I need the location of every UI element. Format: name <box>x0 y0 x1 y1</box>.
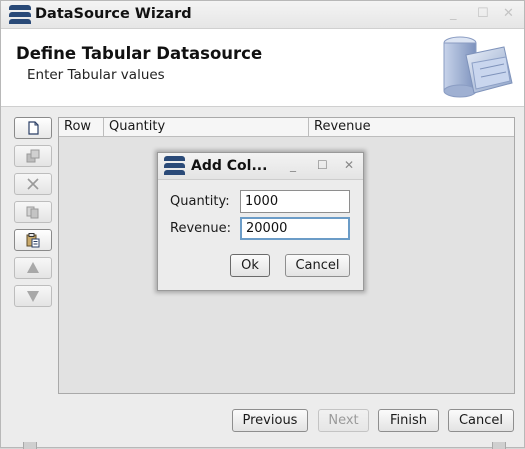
page-subtitle: Enter Tabular values <box>27 67 165 83</box>
cancel-button[interactable]: Cancel <box>448 409 514 432</box>
dialog-cancel-button[interactable]: Cancel <box>285 254 350 277</box>
maximize-icon[interactable]: ☐ <box>477 6 489 21</box>
delete-row-button[interactable] <box>14 173 52 195</box>
app-logo-icon <box>9 5 31 27</box>
next-button[interactable]: Next <box>318 409 369 432</box>
datasource-graphic-icon <box>443 36 513 98</box>
revenue-label: Revenue: <box>170 221 231 236</box>
page-title: Define Tabular Datasource <box>16 44 263 63</box>
move-up-icon <box>27 262 39 273</box>
dialog-minimize-icon[interactable]: _ <box>290 158 296 172</box>
column-header-revenue[interactable]: Revenue <box>309 118 514 137</box>
dialog-title-bar[interactable]: Add Col... _ ☐ ✕ <box>158 153 363 180</box>
move-down-button[interactable] <box>14 285 52 307</box>
title-bar[interactable]: DataSource Wizard _ ☐ ✕ <box>1 1 524 29</box>
move-up-button[interactable] <box>14 257 52 279</box>
wizard-header: Define Tabular Datasource Enter Tabular … <box>1 29 524 107</box>
close-icon[interactable]: ✕ <box>503 6 514 21</box>
app-logo-icon <box>164 156 185 178</box>
add-column-dialog: Add Col... _ ☐ ✕ Quantity: Revenue: Ok C… <box>157 152 364 291</box>
edit-row-button[interactable] <box>14 145 52 167</box>
column-header-quantity[interactable]: Quantity <box>104 118 309 137</box>
dialog-maximize-icon[interactable]: ☐ <box>317 158 328 172</box>
quantity-input[interactable] <box>240 190 350 213</box>
add-row-button[interactable] <box>14 117 52 139</box>
ok-button[interactable]: Ok <box>230 254 270 277</box>
paste-row-button[interactable] <box>14 229 52 251</box>
new-row-icon <box>28 121 39 135</box>
move-down-icon <box>27 291 39 302</box>
copy-row-button[interactable] <box>14 201 52 223</box>
window-title: DataSource Wizard <box>35 6 192 22</box>
minimize-icon[interactable]: _ <box>450 6 457 21</box>
previous-button[interactable]: Previous <box>232 409 308 432</box>
dialog-close-icon[interactable]: ✕ <box>344 158 354 172</box>
quantity-label: Quantity: <box>170 194 230 209</box>
finish-button[interactable]: Finish <box>378 409 439 432</box>
copy-icon <box>26 206 39 219</box>
revenue-input[interactable] <box>240 217 350 240</box>
column-header-row[interactable]: Row <box>59 118 104 137</box>
delete-icon <box>27 178 39 190</box>
edit-icon <box>26 149 40 163</box>
table-header: Row Quantity Revenue <box>59 118 514 137</box>
dialog-title: Add Col... <box>191 158 268 174</box>
paste-icon <box>26 233 40 248</box>
